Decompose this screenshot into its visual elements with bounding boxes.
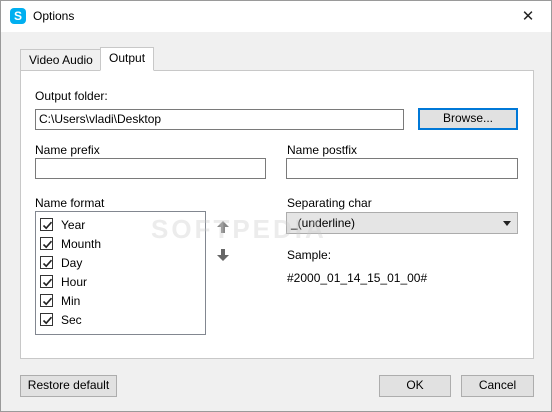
skype-icon: S <box>10 8 26 24</box>
move-up-button[interactable] <box>216 220 230 234</box>
sample-value: #2000_01_14_15_01_00# <box>287 271 428 285</box>
restore-default-button[interactable]: Restore default <box>20 375 117 397</box>
list-item-label: Mounth <box>61 237 102 251</box>
tab-video-audio[interactable]: Video Audio <box>20 49 102 70</box>
tab-output[interactable]: Output <box>100 47 155 71</box>
name-postfix-input[interactable] <box>286 158 518 179</box>
list-item-label: Year <box>61 218 86 232</box>
separating-char-value: _(underline) <box>291 216 356 230</box>
checkmark-icon <box>42 316 53 325</box>
list-item-label: Hour <box>61 275 88 289</box>
window-title: Options <box>33 9 75 23</box>
cancel-button[interactable]: Cancel <box>461 375 534 397</box>
checkbox-day[interactable] <box>40 256 53 269</box>
checkmark-icon <box>42 278 53 287</box>
move-down-button[interactable] <box>216 248 230 262</box>
checkbox-min[interactable] <box>40 294 53 307</box>
close-icon: ✕ <box>521 8 535 25</box>
sample-label: Sample: <box>287 248 332 262</box>
name-postfix-label: Name postfix <box>287 143 358 157</box>
list-item-label: Min <box>61 294 81 308</box>
separating-char-select[interactable]: _(underline) <box>286 212 518 234</box>
checkbox-sec[interactable] <box>40 313 53 326</box>
checkmark-icon <box>42 221 53 230</box>
chevron-down-icon <box>503 221 511 226</box>
title-bar: S Options ✕ <box>1 1 551 32</box>
checkbox-mounth[interactable] <box>40 237 53 250</box>
ok-button[interactable]: OK <box>379 375 451 397</box>
name-format-list: Year Mounth Day Hour Min Sec <box>35 211 206 335</box>
close-button[interactable]: ✕ <box>505 1 551 32</box>
checkmark-icon <box>42 297 53 306</box>
name-prefix-input[interactable] <box>35 158 266 179</box>
options-dialog: S Options ✕ Video Audio Output Output fo… <box>0 0 552 412</box>
arrow-down-icon <box>217 249 229 261</box>
name-format-label: Name format <box>35 196 105 210</box>
checkbox-year[interactable] <box>40 218 53 231</box>
name-prefix-label: Name prefix <box>35 143 100 157</box>
output-folder-label: Output folder: <box>35 89 108 103</box>
browse-button[interactable]: Browse... <box>418 108 518 130</box>
list-item-label: Day <box>61 256 83 270</box>
arrow-up-icon <box>217 221 229 233</box>
checkbox-hour[interactable] <box>40 275 53 288</box>
separating-char-label: Separating char <box>287 196 372 210</box>
checkmark-icon <box>42 240 53 249</box>
checkmark-icon <box>42 259 53 268</box>
list-item-label: Sec <box>61 313 82 327</box>
output-folder-input[interactable]: C:\Users\vladi\Desktop <box>35 109 404 130</box>
